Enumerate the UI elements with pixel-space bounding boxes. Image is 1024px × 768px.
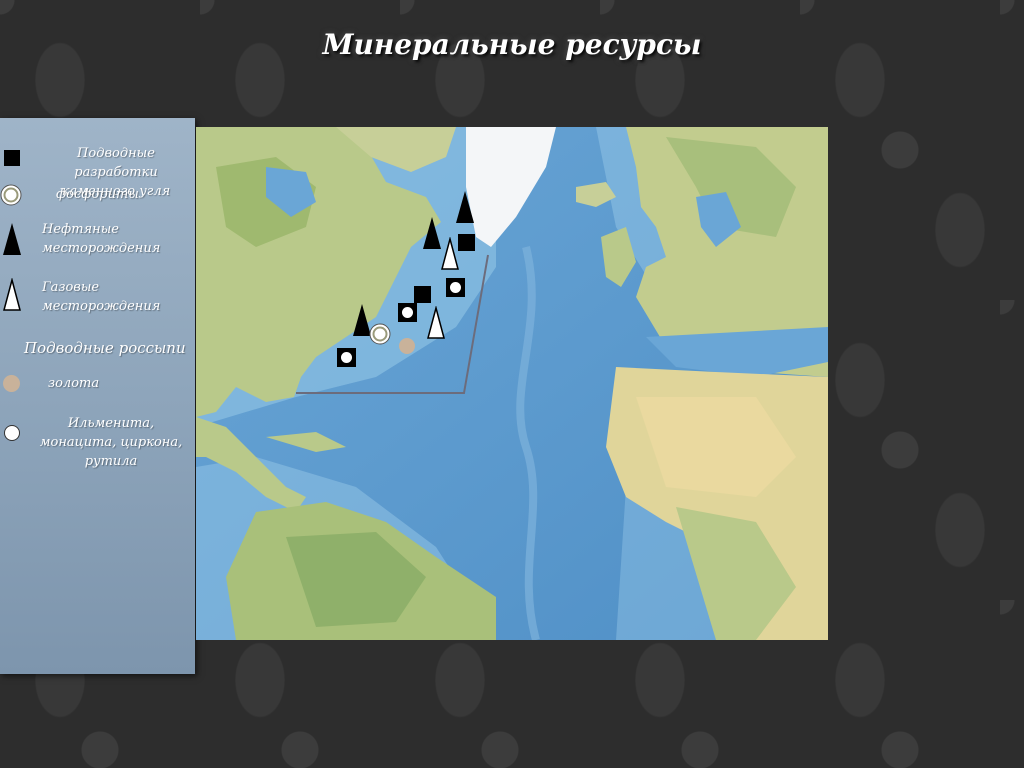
legend-panel: Подводные разработки каменного угля фосф… bbox=[0, 118, 195, 674]
legend-phosphorite-label: фосфориты bbox=[56, 187, 139, 202]
phosphorite-icon bbox=[0, 184, 22, 206]
ilmenite-circle-icon bbox=[4, 425, 20, 441]
ilmenite-marker-us-coast bbox=[337, 348, 356, 367]
legend-gold-label: золота bbox=[48, 376, 100, 391]
coal-marker-greenland bbox=[458, 234, 475, 251]
legend-ilmenite-label: Ильменита, монацита, циркона, рутила bbox=[39, 416, 183, 469]
coal-square-icon bbox=[4, 150, 20, 166]
gas-triangle-icon bbox=[3, 278, 21, 311]
ilmenite-marker-nova-scotia bbox=[398, 303, 417, 322]
legend-oil-label: Нефтяные месторождения bbox=[42, 222, 161, 256]
coal-marker-newfoundland bbox=[414, 286, 431, 303]
slide-title: Минеральные ресурсы bbox=[322, 28, 702, 61]
gold-marker bbox=[399, 338, 415, 354]
legend-placers-header: Подводные россыпи bbox=[24, 339, 186, 357]
gold-dot-icon bbox=[3, 375, 20, 392]
gas-marker-labrador bbox=[441, 237, 459, 270]
map-relief-svg bbox=[196, 127, 828, 640]
legend-gas-label: Газовые месторождения bbox=[42, 280, 161, 314]
ilmenite-marker-grand-banks bbox=[446, 278, 465, 297]
oil-marker-labrador bbox=[423, 217, 441, 249]
oil-triangle-icon bbox=[3, 223, 21, 255]
oil-marker-greenland bbox=[456, 191, 474, 223]
north-atlantic-map bbox=[196, 127, 828, 640]
phosphorite-marker bbox=[369, 323, 391, 345]
gas-marker-newfoundland bbox=[427, 306, 445, 339]
